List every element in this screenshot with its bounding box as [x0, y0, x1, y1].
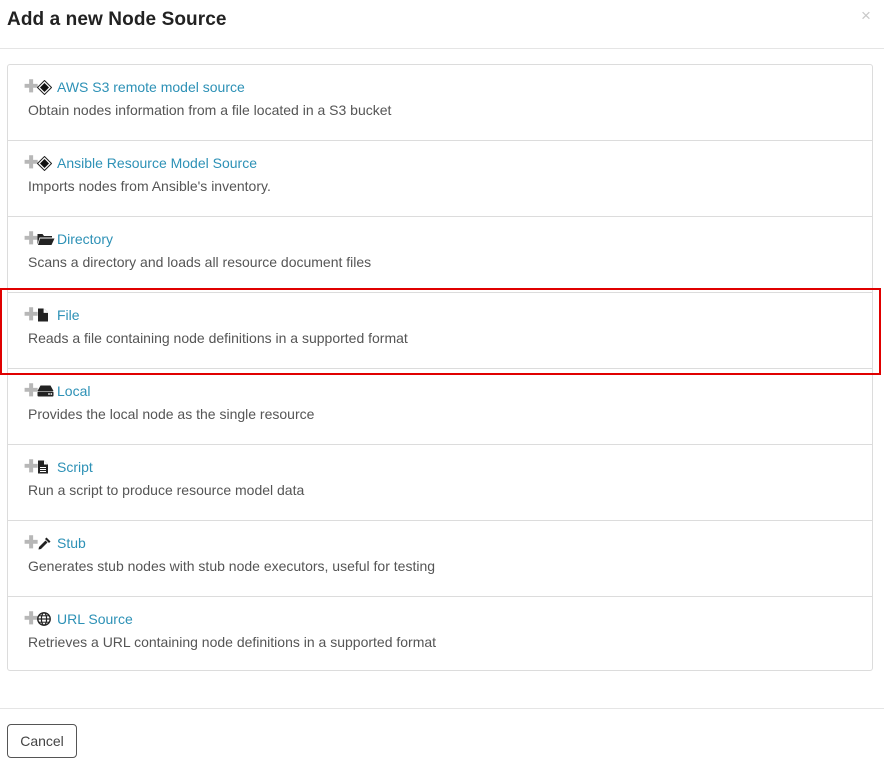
source-name[interactable]: File	[57, 307, 80, 323]
source-description: Scans a directory and loads all resource…	[28, 254, 372, 270]
source-description: Run a script to produce resource model d…	[28, 482, 305, 498]
plus-icon: ✚	[24, 457, 39, 476]
source-description: Provides the local node as the single re…	[28, 406, 315, 422]
list-item-stub[interactable]: ✚ Stub Generates stub nodes with stub no…	[8, 521, 872, 597]
hdd-icon	[37, 383, 55, 399]
source-description: Obtain nodes information from a file loc…	[28, 102, 392, 118]
list-item-script[interactable]: ✚ Script Run a script to produce resourc…	[8, 445, 872, 521]
plus-icon: ✚	[24, 305, 39, 324]
node-source-list: ✚ AWS S3 remote model source Obtain node…	[7, 64, 873, 671]
plus-icon: ✚	[24, 609, 39, 628]
list-item-directory[interactable]: ✚ Directory Scans a directory and loads …	[8, 217, 872, 293]
plus-icon: ✚	[24, 77, 39, 96]
dialog-footer	[0, 708, 884, 709]
eyedropper-icon	[37, 535, 55, 551]
source-name[interactable]: URL Source	[57, 611, 133, 627]
list-item-ansible[interactable]: ✚ Ansible Resource Model Source Imports …	[8, 141, 872, 217]
source-description: Retrieves a URL containing node definiti…	[28, 634, 437, 650]
diamond-icon	[37, 155, 55, 171]
list-item-url-source[interactable]: ✚ URL Source Retrieves a URL containing …	[8, 597, 872, 673]
source-description: Reads a file containing node definitions…	[28, 330, 408, 346]
plus-icon: ✚	[24, 381, 39, 400]
close-icon[interactable]: ×	[861, 6, 871, 26]
folder-open-icon	[37, 231, 55, 247]
file-text-icon	[37, 459, 55, 475]
diamond-icon	[37, 79, 55, 95]
plus-icon: ✚	[24, 153, 39, 172]
list-item-aws-s3[interactable]: ✚ AWS S3 remote model source Obtain node…	[8, 65, 872, 141]
source-name[interactable]: Directory	[57, 231, 113, 247]
dialog-title: Add a new Node Source	[7, 9, 227, 30]
plus-icon: ✚	[24, 229, 39, 248]
dialog-header: Add a new Node Source ×	[0, 0, 884, 49]
source-name[interactable]: Local	[57, 383, 90, 399]
globe-icon	[37, 611, 55, 627]
source-name[interactable]: AWS S3 remote model source	[57, 79, 245, 95]
source-description: Generates stub nodes with stub node exec…	[28, 558, 436, 574]
source-name[interactable]: Ansible Resource Model Source	[57, 155, 257, 171]
file-icon	[37, 307, 55, 323]
list-item-local[interactable]: ✚ Local Provides the local node as the s…	[8, 369, 872, 445]
source-name[interactable]: Stub	[57, 535, 86, 551]
plus-icon: ✚	[24, 533, 39, 552]
source-description: Imports nodes from Ansible's inventory.	[28, 178, 271, 194]
cancel-button[interactable]: Cancel	[7, 724, 77, 758]
list-item-file[interactable]: ✚ File Reads a file containing node defi…	[8, 293, 872, 369]
source-name[interactable]: Script	[57, 459, 93, 475]
